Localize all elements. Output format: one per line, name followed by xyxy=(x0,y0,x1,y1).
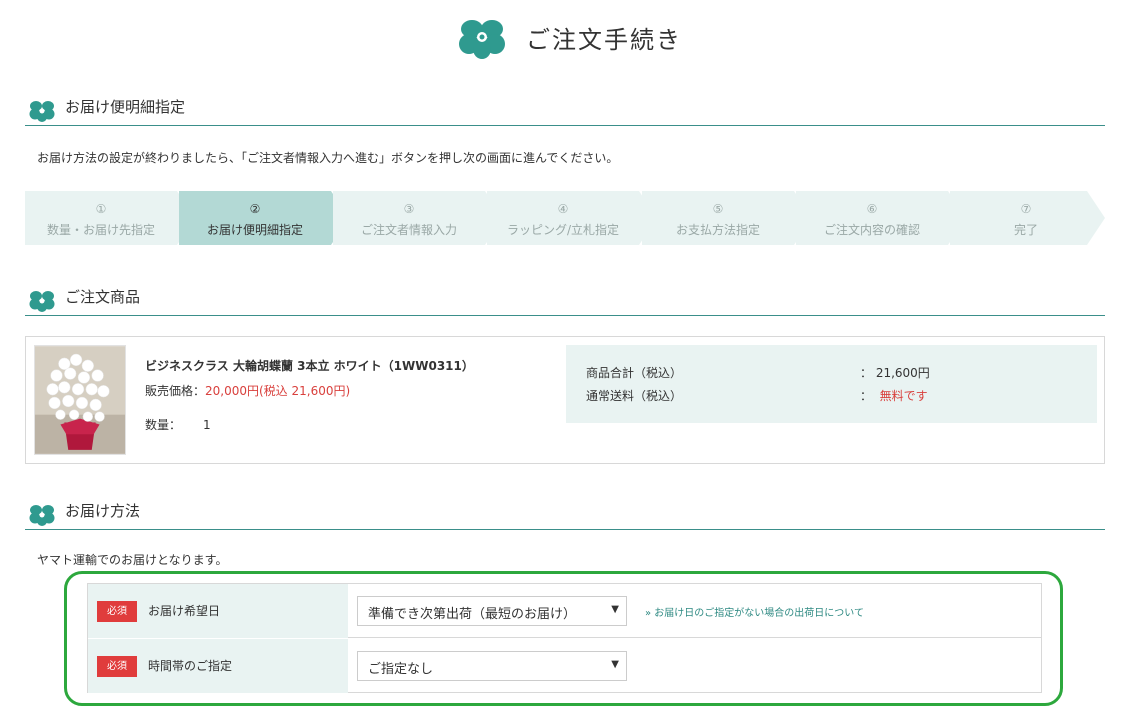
select-value: ご指定なし xyxy=(368,662,434,677)
shipping-separator: ： xyxy=(860,389,880,403)
quantity-value: 1 xyxy=(203,418,211,432)
shipping-label: 通常送料（税込） xyxy=(586,389,683,403)
step-1: ① 数量・お届け先指定 xyxy=(25,191,195,245)
product-price: 販売価格：20,000円(税込 21,600円) xyxy=(145,382,350,399)
price-label: 販売価格： xyxy=(145,384,206,398)
step-label: お届け便明細指定 xyxy=(206,223,303,237)
step-number: ⑦ xyxy=(1020,202,1032,216)
carrier-note: ヤマト運輸でのお届けとなります。 xyxy=(37,553,228,567)
step-2: ② お届け便明細指定 xyxy=(179,191,349,245)
select-value: 準備でき次第出荷（最短のお届け） xyxy=(368,607,577,622)
step-number: ① xyxy=(95,202,107,216)
product-name: ビジネスクラス 大輪胡蝶蘭 3本立 ホワイト（1WW0311） xyxy=(145,359,474,373)
step-number: ③ xyxy=(403,202,415,216)
step-6: ⑥ ご注文内容の確認 xyxy=(796,191,966,245)
orchid-icon xyxy=(29,101,55,122)
dropdown-arrow-icon: ▼ xyxy=(611,659,619,670)
quantity-label: 数量： xyxy=(145,418,182,432)
subtotal-value: ： 21,600円 xyxy=(860,366,930,380)
label-cell: 必須 お届け希望日 xyxy=(88,584,348,638)
order-item-box: ビジネスクラス 大輪胡蝶蘭 3本立 ホワイト（1WW0311） 販売価格：20,… xyxy=(25,336,1105,464)
step-number: ④ xyxy=(557,202,569,216)
page-title: ご注文手続き xyxy=(526,26,682,54)
shipping-date-help-link[interactable]: » お届け日のご指定がない場合の出荷日について xyxy=(645,604,864,619)
product-quantity: 数量： 1 xyxy=(145,416,211,433)
section-heading-delivery-detail: お届け便明細指定 xyxy=(25,96,1105,126)
step-number: ② xyxy=(249,202,261,216)
step-label: お支払方法指定 xyxy=(675,223,760,237)
step-label: ご注文者情報入力 xyxy=(360,223,457,237)
delivery-form: 必須 お届け希望日 準備でき次第出荷（最短のお届け） ▼ » お届け日のご指定が… xyxy=(87,583,1042,693)
shipping-free-text: 無料です xyxy=(879,389,928,403)
step-label: ラッピング/立札指定 xyxy=(506,223,620,237)
step-number: ⑤ xyxy=(712,202,724,216)
section-heading-delivery-method: お届け方法 xyxy=(25,500,1105,530)
dropdown-arrow-icon: ▼ xyxy=(611,604,619,615)
time-slot-select[interactable]: ご指定なし ▼ xyxy=(357,651,627,681)
required-badge: 必須 xyxy=(97,656,137,677)
step-5: ⑤ お支払方法指定 xyxy=(642,191,812,245)
shipping-value: ： 無料です xyxy=(860,387,928,404)
step-number: ⑥ xyxy=(866,202,878,216)
price-value: 20,000円(税込 21,600円) xyxy=(205,384,351,398)
step-label: 完了 xyxy=(1013,223,1038,237)
field-label: 時間帯のご指定 xyxy=(148,659,233,673)
orchid-icon xyxy=(29,291,55,312)
product-image xyxy=(34,345,126,455)
instruction-text: お届け方法の設定が終わりましたら、「ご注文者情報入力へ進む」ボタンを押し次の画面… xyxy=(37,151,619,165)
section-heading-order: ご注文商品 xyxy=(25,286,1105,316)
progress-steps: ① 数量・お届け先指定 ② お届け便明細指定 ③ ご注文者情報入力 ④ ラッピン… xyxy=(25,191,1105,245)
label-cell: 必須 時間帯のご指定 xyxy=(88,639,348,693)
form-row-delivery-date: 必須 お届け希望日 準備でき次第出荷（最短のお届け） ▼ » お届け日のご指定が… xyxy=(88,584,1041,638)
orchid-logo-icon xyxy=(459,20,505,59)
field-label: お届け希望日 xyxy=(148,604,221,618)
step-7: ⑦ 完了 xyxy=(950,191,1120,245)
form-row-time-slot: 必須 時間帯のご指定 ご指定なし ▼ xyxy=(88,639,1041,693)
delivery-date-select[interactable]: 準備でき次第出荷（最短のお届け） ▼ xyxy=(357,596,627,626)
subtotal-label: 商品合計（税込） xyxy=(586,366,683,380)
section-title: ご注文商品 xyxy=(65,288,141,306)
step-label: 数量・お届け先指定 xyxy=(46,223,155,237)
step-3: ③ ご注文者情報入力 xyxy=(333,191,503,245)
orchid-icon xyxy=(29,505,55,526)
step-4: ④ ラッピング/立札指定 xyxy=(487,191,657,245)
page-header: ご注文手続き xyxy=(0,12,1126,62)
section-title: お届け方法 xyxy=(65,502,141,520)
section-title: お届け便明細指定 xyxy=(65,98,186,116)
step-label: ご注文内容の確認 xyxy=(823,223,920,237)
required-badge: 必須 xyxy=(97,601,137,622)
order-summary: 商品合計（税込） ： 21,600円 通常送料（税込） ： 無料です xyxy=(566,345,1097,423)
